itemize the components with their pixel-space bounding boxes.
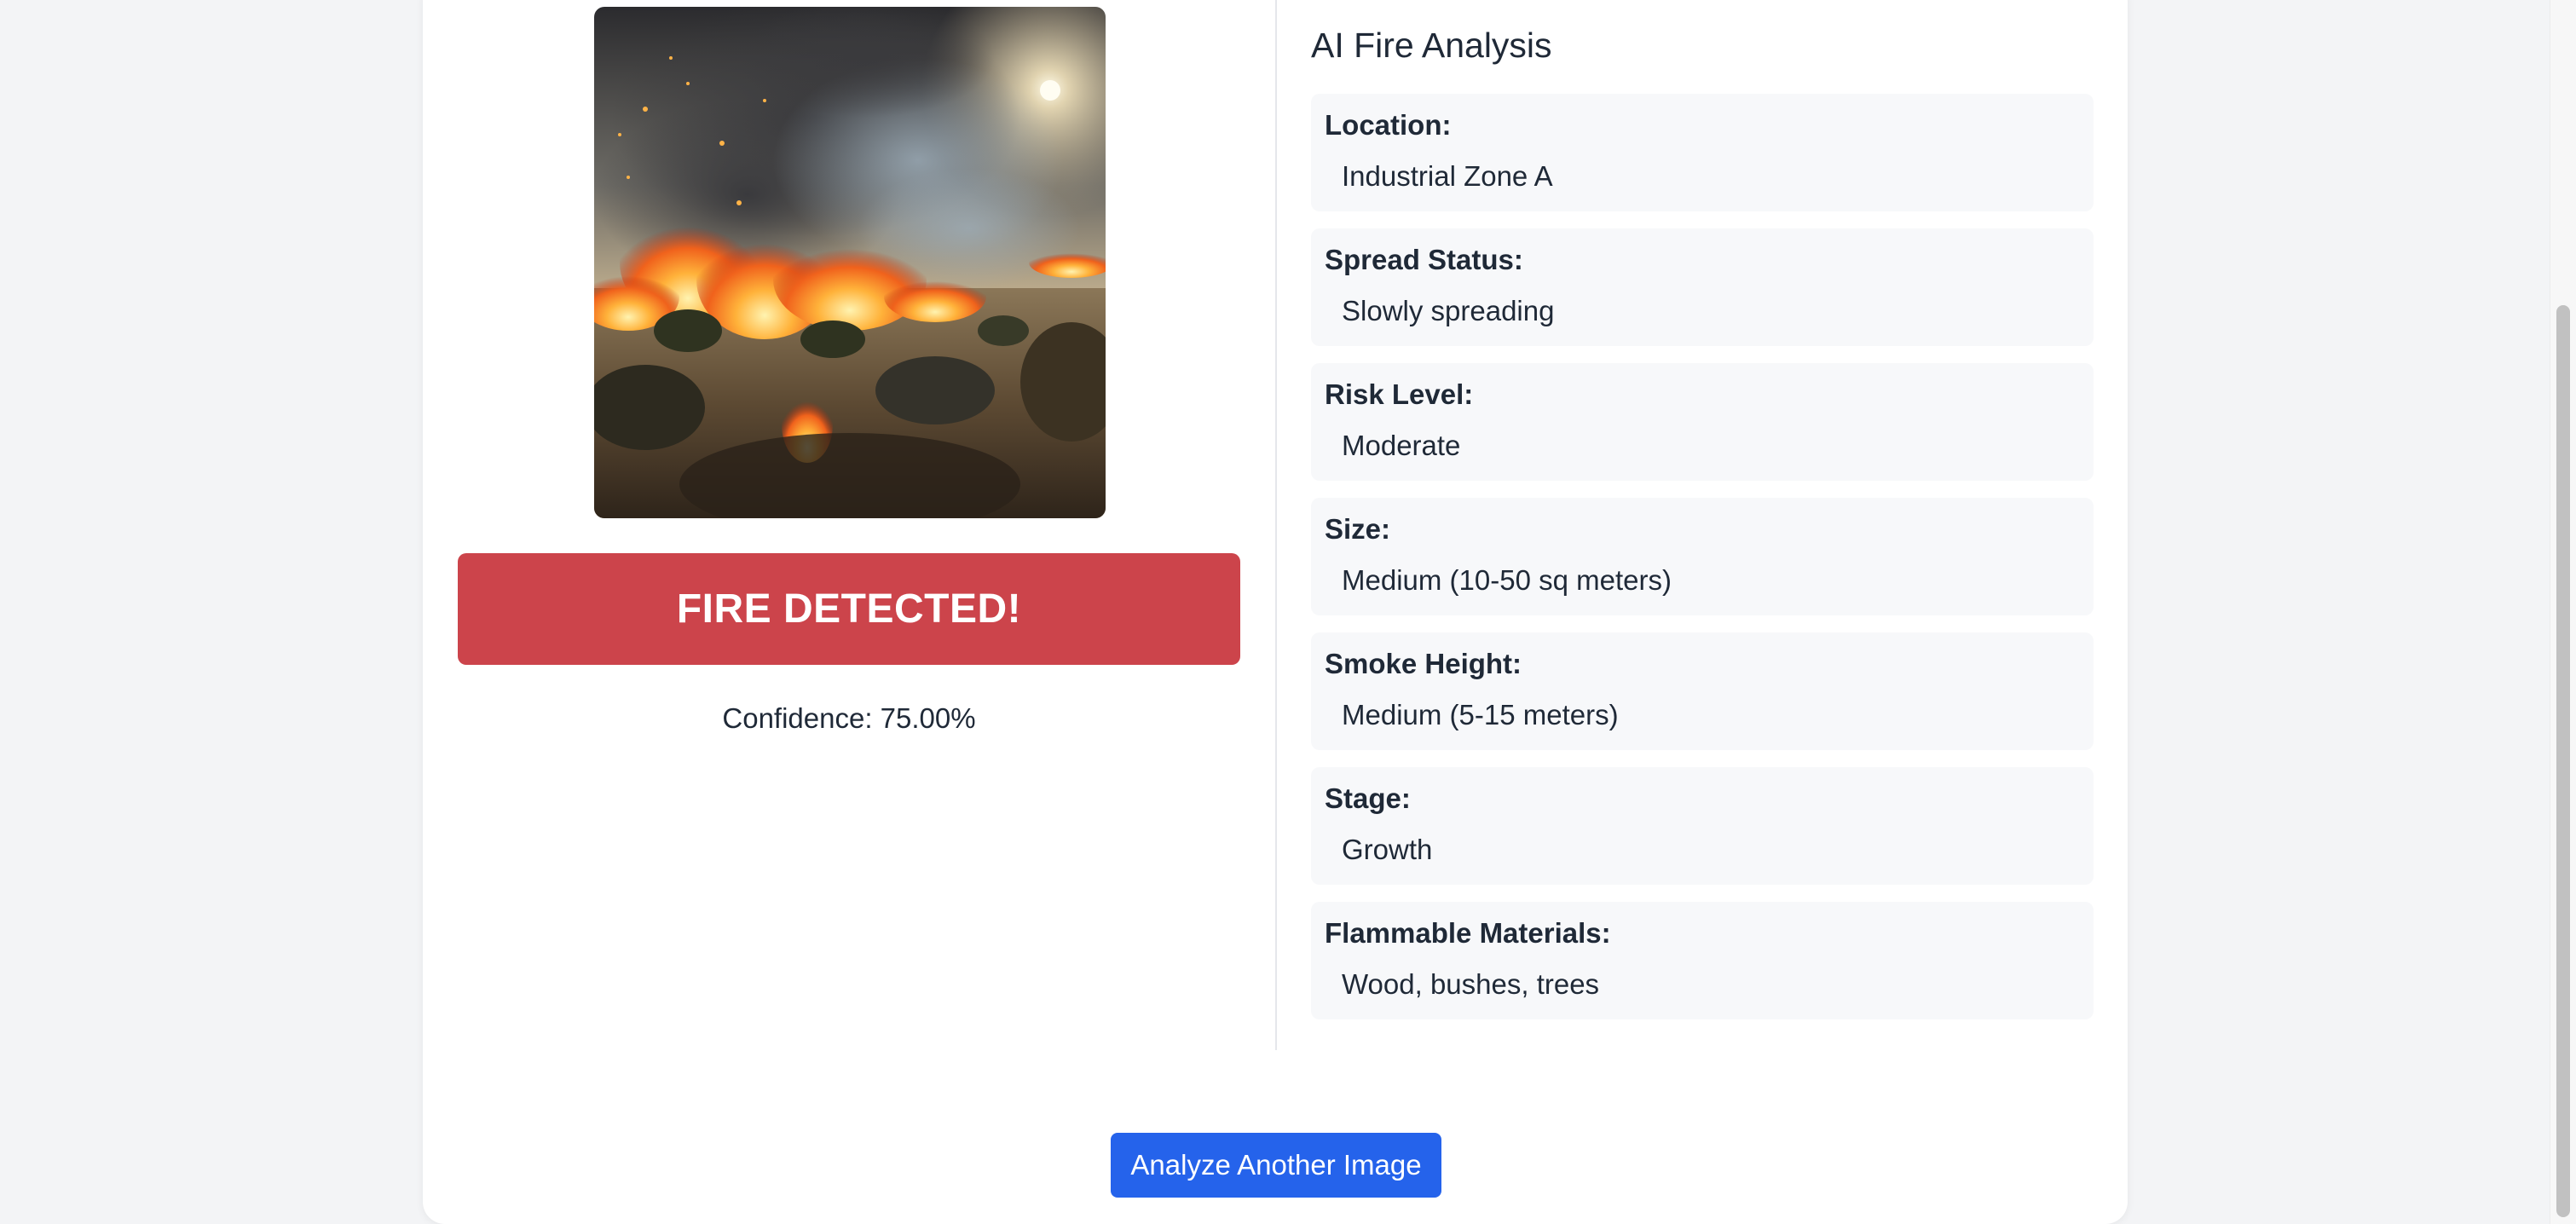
- info-label: Spread Status:: [1325, 244, 1523, 275]
- info-value: Medium (5-15 meters): [1342, 699, 1619, 730]
- info-label: Smoke Height:: [1325, 648, 1522, 679]
- info-item-spread-status: Spread Status: Slowly spreading: [1311, 228, 2094, 346]
- results-card: FIRE DETECTED! Confidence: 75.00% AI Fir…: [423, 0, 2128, 1224]
- info-value: Medium (10-50 sq meters): [1342, 564, 1672, 596]
- info-item-location: Location: Industrial Zone A: [1311, 94, 2094, 211]
- uploaded-fire-image: [594, 7, 1106, 518]
- info-value: Wood, bushes, trees: [1342, 968, 1600, 1000]
- vertical-scrollbar[interactable]: [2550, 0, 2576, 1224]
- info-item-flammable-materials: Flammable Materials: Wood, bushes, trees: [1311, 902, 2094, 1019]
- info-value: Slowly spreading: [1342, 295, 1555, 326]
- info-label: Risk Level:: [1325, 378, 1474, 410]
- fire-detected-label: FIRE DETECTED!: [676, 586, 1022, 632]
- column-divider: [1275, 0, 1277, 1050]
- info-value: Industrial Zone A: [1342, 160, 1553, 192]
- info-item-size: Size: Medium (10-50 sq meters): [1311, 498, 2094, 615]
- page: FIRE DETECTED! Confidence: 75.00% AI Fir…: [0, 0, 2576, 1224]
- analysis-list: Location: Industrial Zone A Spread Statu…: [1311, 94, 2094, 1036]
- info-item-smoke-height: Smoke Height: Medium (5-15 meters): [1311, 632, 2094, 750]
- analyze-another-image-button[interactable]: Analyze Another Image: [1111, 1133, 1441, 1198]
- info-label: Location:: [1325, 109, 1452, 141]
- analysis-title: AI Fire Analysis: [1311, 26, 1552, 65]
- info-value: Growth: [1342, 834, 1433, 865]
- scrollbar-thumb[interactable]: [2556, 305, 2570, 1217]
- info-item-stage: Stage: Growth: [1311, 767, 2094, 885]
- fire-detected-banner: FIRE DETECTED!: [458, 553, 1240, 665]
- info-label: Flammable Materials:: [1325, 917, 1611, 949]
- info-label: Size:: [1325, 513, 1391, 545]
- info-item-risk-level: Risk Level: Moderate: [1311, 363, 2094, 481]
- confidence-text: Confidence: 75.00%: [722, 702, 976, 734]
- info-value: Moderate: [1342, 430, 1461, 461]
- info-label: Stage:: [1325, 782, 1411, 814]
